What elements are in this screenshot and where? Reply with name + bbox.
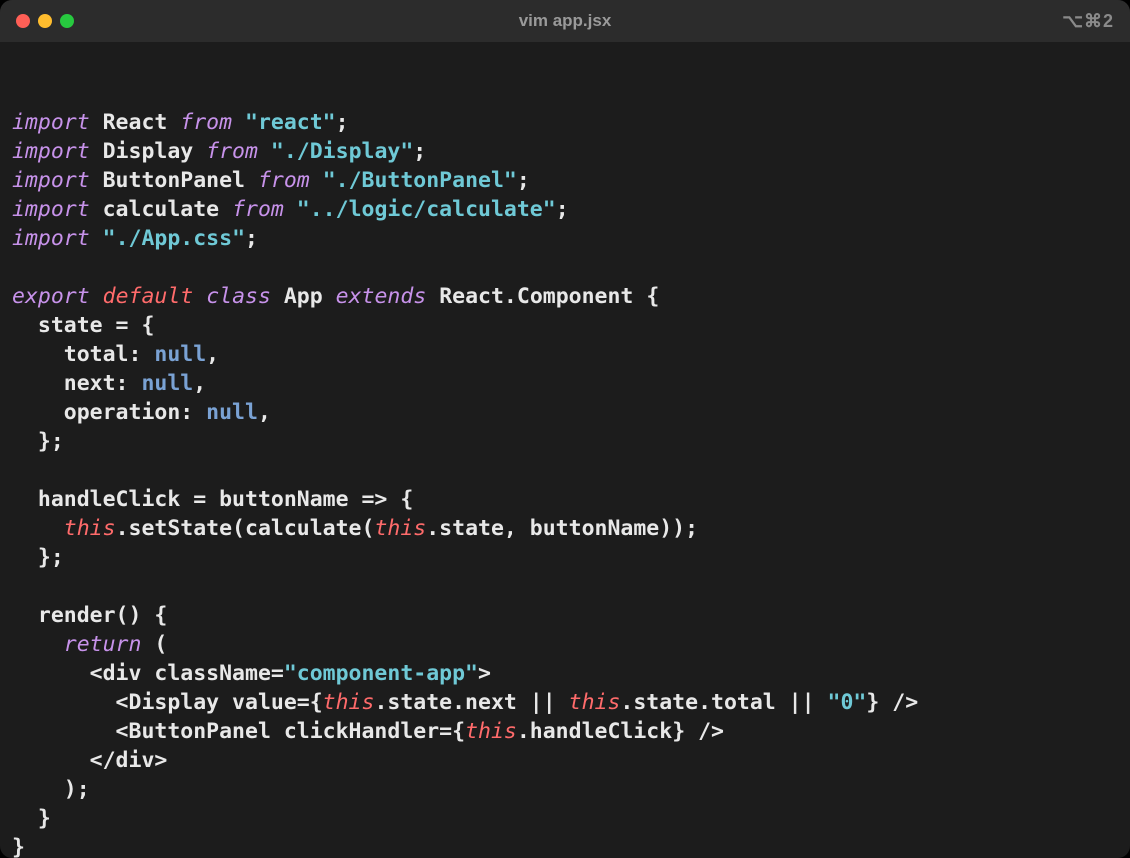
code-line: <Display value={this.state.next || this.… (12, 688, 1118, 717)
code-line: state = { (12, 311, 1118, 340)
code-line: this.setState(calculate(this.state, butt… (12, 514, 1118, 543)
shortcut-label: ⌥⌘2 (1062, 11, 1114, 32)
code-line: import calculate from "../logic/calculat… (12, 195, 1118, 224)
close-button[interactable] (16, 14, 30, 28)
code-line: <div className="component-app"> (12, 659, 1118, 688)
code-line: </div> (12, 746, 1118, 775)
code-line: }; (12, 427, 1118, 456)
editor-view[interactable]: import React from "react";import Display… (0, 42, 1130, 858)
code-line (12, 456, 1118, 485)
code-line: import React from "react"; (12, 108, 1118, 137)
code-line: next: null, (12, 369, 1118, 398)
code-line: }; (12, 543, 1118, 572)
code-line: ); (12, 775, 1118, 804)
code-line: } (12, 833, 1118, 858)
titlebar: vim app.jsx ⌥⌘2 (0, 0, 1130, 42)
traffic-lights (16, 14, 74, 28)
window-title: vim app.jsx (0, 11, 1130, 31)
code-line (12, 253, 1118, 282)
code-line: return ( (12, 630, 1118, 659)
code-line: import ButtonPanel from "./ButtonPanel"; (12, 166, 1118, 195)
terminal-window: vim app.jsx ⌥⌘2 import React from "react… (0, 0, 1130, 858)
code-line: import "./App.css"; (12, 224, 1118, 253)
code-line: export default class App extends React.C… (12, 282, 1118, 311)
code-line: render() { (12, 601, 1118, 630)
maximize-button[interactable] (60, 14, 74, 28)
minimize-button[interactable] (38, 14, 52, 28)
code-line: total: null, (12, 340, 1118, 369)
code-line: operation: null, (12, 398, 1118, 427)
code-line: } (12, 804, 1118, 833)
code-line: handleClick = buttonName => { (12, 485, 1118, 514)
code-line (12, 572, 1118, 601)
code-line: import Display from "./Display"; (12, 137, 1118, 166)
code-content: import React from "react";import Display… (12, 108, 1118, 858)
code-line: <ButtonPanel clickHandler={this.handleCl… (12, 717, 1118, 746)
